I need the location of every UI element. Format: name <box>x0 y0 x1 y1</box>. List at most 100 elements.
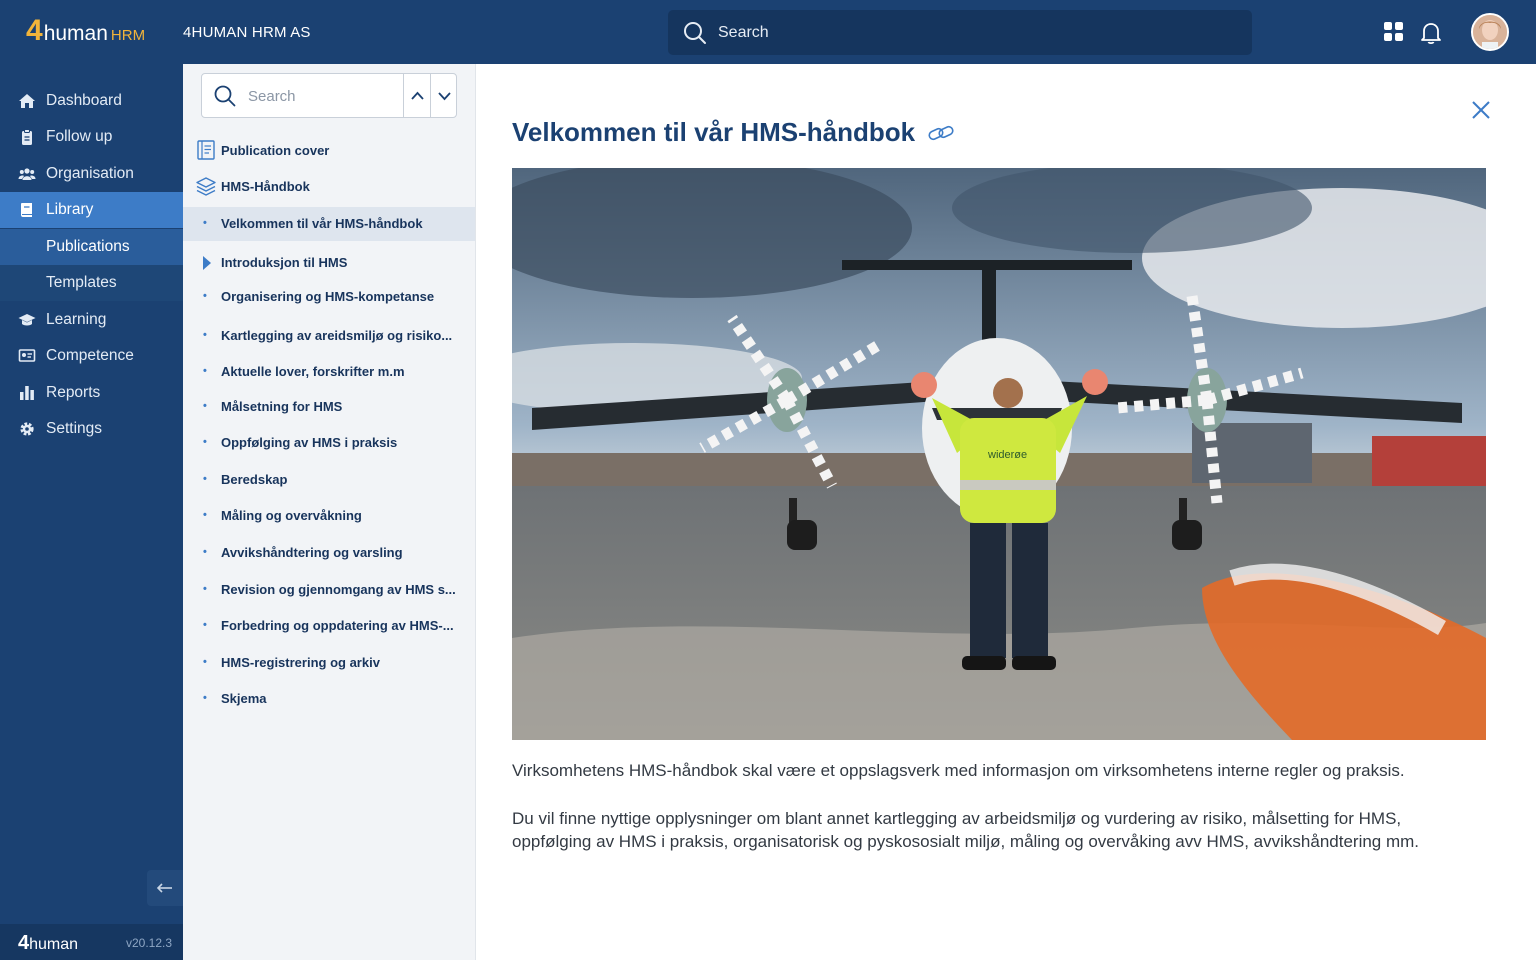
tree-chapter-item[interactable]: • Velkommen til vår HMS-håndbok <box>183 207 475 241</box>
collapse-sidebar-button[interactable] <box>147 870 183 906</box>
nav-templates-label: Templates <box>46 274 117 291</box>
graduation-cap-icon <box>18 314 36 326</box>
details-paragraph-line-2: oppfølging av HMS i praksis, organisator… <box>512 832 1420 851</box>
tree-item-publication-cover[interactable]: Publication cover <box>183 134 475 168</box>
bell-icon[interactable] <box>1420 21 1442 45</box>
bullet-icon: • <box>203 656 207 668</box>
home-icon <box>19 94 35 108</box>
nav-competence-label: Competence <box>46 347 134 364</box>
chevron-down-icon <box>438 92 451 101</box>
nav-settings-label: Settings <box>46 420 103 437</box>
nav-dashboard[interactable]: Dashboard <box>0 83 183 119</box>
app-logo[interactable]: 4 human HRM <box>26 16 146 47</box>
sidebar-footer: 4human v20.12.3 <box>0 924 183 960</box>
next-match-button[interactable] <box>430 74 457 117</box>
footer-logo: 4human <box>18 932 78 955</box>
bullet-icon: • <box>203 473 207 485</box>
nav-learning[interactable]: Learning <box>0 302 183 338</box>
nav-publications[interactable]: Publications <box>0 229 183 265</box>
nav-follow-up-label: Follow up <box>46 128 113 145</box>
chapter-label: Organisering og HMS-kompetanse <box>221 289 435 304</box>
nav-competence[interactable]: Competence <box>0 338 183 374</box>
tree-chapter-item[interactable]: • Kartlegging av areidsmiljø og risiko... <box>183 319 475 353</box>
nav-publications-label: Publications <box>46 238 130 255</box>
link-icon[interactable] <box>927 122 955 144</box>
tree-search-input[interactable]: Search <box>201 73 457 118</box>
nav-reports[interactable]: Reports <box>0 375 183 411</box>
nav-organisation-label: Organisation <box>46 165 134 182</box>
global-search-input[interactable]: Search <box>668 10 1252 55</box>
clipboard-icon <box>22 129 32 145</box>
nav-follow-up[interactable]: Follow up <box>0 119 183 155</box>
chapter-label: Revision og gjennomgang av HMS s... <box>221 582 456 597</box>
tree-chapter-item[interactable]: • Aktuelle lover, forskrifter m.m <box>183 355 475 389</box>
chapter-label: Oppfølging av HMS i praksis <box>221 435 398 450</box>
tree-chapter-item[interactable]: • Skjema <box>183 682 475 716</box>
tree-item-book[interactable]: HMS-Håndbok <box>183 170 475 204</box>
nav-learning-label: Learning <box>46 311 107 328</box>
tree-chapter-item[interactable]: • Beredskap <box>183 463 475 497</box>
chapter-label: Avvikshåndtering og varsling <box>221 545 403 560</box>
apps-grid-icon[interactable] <box>1384 22 1404 42</box>
close-icon[interactable] <box>1469 98 1493 122</box>
footer-logo-human: human <box>29 936 79 953</box>
article-photo: widerøe <box>512 168 1486 740</box>
tree-chapter-item[interactable]: • HMS-registrering og arkiv <box>183 646 475 680</box>
chapter-label: HMS-registrering og arkiv <box>221 655 380 670</box>
intro-paragraph: Virksomhetens HMS-håndbok skal være et o… <box>512 761 1405 780</box>
tree-chapter-item[interactable]: • Revision og gjennomgang av HMS s... <box>183 573 475 607</box>
tree-chapter-item[interactable]: • Målsetning for HMS <box>183 390 475 424</box>
chapter-label: Kartlegging av areidsmiljø og risiko... <box>221 328 453 343</box>
bullet-icon: • <box>203 365 207 377</box>
bullet-icon: • <box>203 692 207 704</box>
gear-icon <box>20 422 34 436</box>
layers-icon <box>196 177 216 196</box>
nav-dashboard-label: Dashboard <box>46 92 122 109</box>
search-icon <box>684 22 706 44</box>
chapter-label: Skjema <box>221 691 267 706</box>
logo-hrm: HRM <box>110 27 146 44</box>
bullet-icon: • <box>203 329 207 341</box>
tree-item-label: Publication cover <box>221 143 330 158</box>
nav-library-label: Library <box>46 201 94 218</box>
nav-settings[interactable]: Settings <box>0 411 183 447</box>
details-paragraph-line-1: Du vil finne nyttige opplysninger om bla… <box>512 809 1402 828</box>
page-title: Velkommen til vår HMS-håndbok <box>512 117 916 147</box>
app-version: v20.12.3 <box>126 936 173 950</box>
nav-reports-label: Reports <box>46 384 101 401</box>
chapter-label: Velkommen til vår HMS-håndbok <box>221 216 423 231</box>
user-avatar[interactable] <box>1471 13 1509 51</box>
bullet-icon: • <box>203 583 207 595</box>
tree-chapter-item[interactable]: • Forbedring og oppdatering av HMS-... <box>183 609 475 643</box>
vest-brand-text: widerøe <box>987 449 1027 461</box>
nav-templates[interactable]: Templates <box>0 265 183 301</box>
bullet-icon: • <box>203 546 207 558</box>
bullet-icon: • <box>203 619 207 631</box>
people-icon <box>18 168 36 180</box>
footer-logo-four: 4 <box>18 932 30 954</box>
global-search-placeholder: Search <box>718 24 769 41</box>
caret-right-icon[interactable] <box>203 256 211 270</box>
chapter-label: Aktuelle lover, forskrifter m.m <box>221 364 405 379</box>
tree-chapter-item[interactable]: • Måling og overvåkning <box>183 499 475 533</box>
bullet-icon: • <box>203 290 207 302</box>
company-name[interactable]: 4HUMAN HRM AS <box>183 24 311 41</box>
tree-chapter-item[interactable]: • Oppfølging av HMS i praksis <box>183 426 475 460</box>
previous-match-button[interactable] <box>403 74 430 117</box>
chapter-label: Introduksjon til HMS <box>221 255 348 270</box>
tree-chapter-item[interactable]: • Avvikshåndtering og varsling <box>183 536 475 570</box>
publication-tree-panel: Search Publication cover HMS-Håndbok • Ve… <box>183 64 476 960</box>
nav-organisation[interactable]: Organisation <box>0 156 183 192</box>
main-sidebar: Dashboard Follow up Organisation Library… <box>0 64 183 960</box>
tree-search-placeholder: Search <box>248 88 296 105</box>
search-icon <box>214 85 236 107</box>
nav-library[interactable]: Library <box>0 192 183 228</box>
bullet-icon: • <box>203 509 207 521</box>
chapter-label: Måling og overvåkning <box>221 508 362 523</box>
arrow-left-icon <box>156 883 172 893</box>
tree-chapter-item[interactable]: • Organisering og HMS-kompetanse <box>183 280 475 314</box>
tree-chapter-item-expandable[interactable]: Introduksjon til HMS <box>183 246 475 280</box>
chapter-label: Beredskap <box>221 472 288 487</box>
bullet-icon: • <box>203 217 207 229</box>
document-cover-icon <box>197 140 215 160</box>
